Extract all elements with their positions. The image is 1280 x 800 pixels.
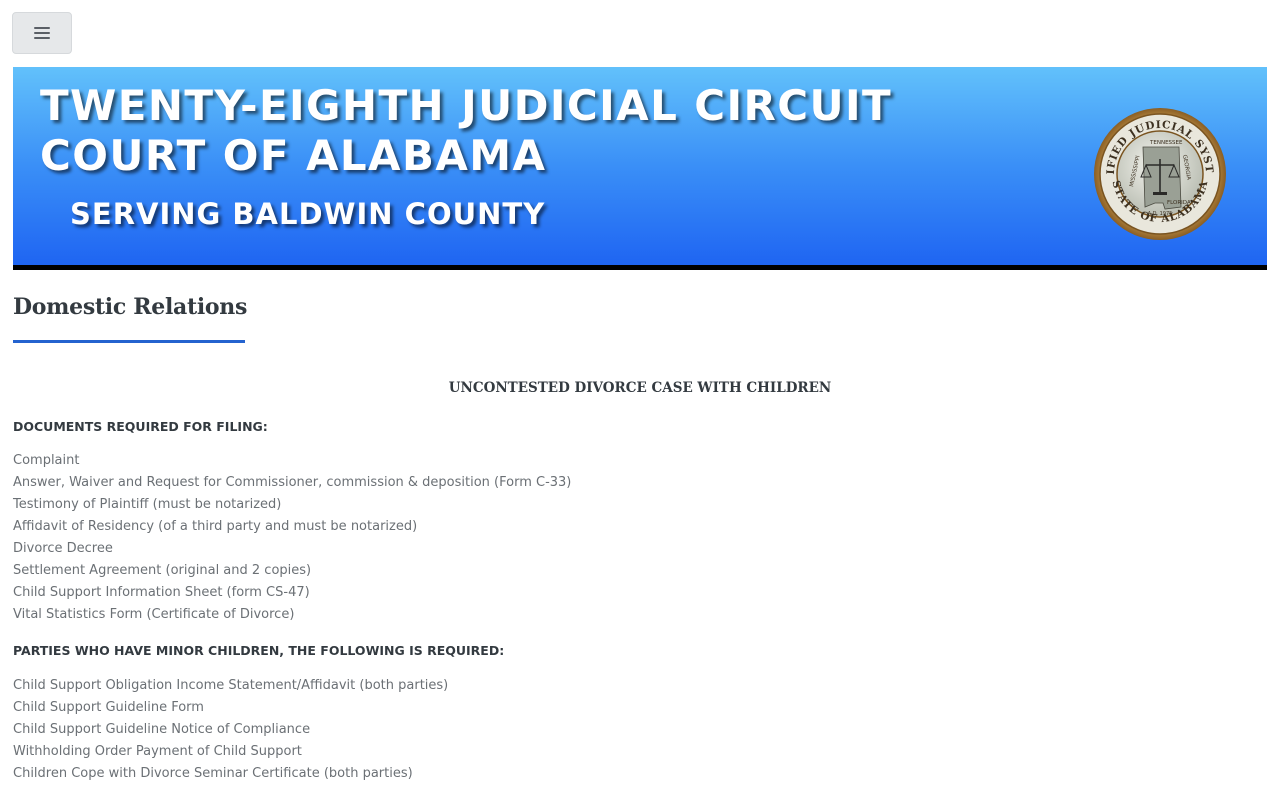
section-heading-documents: DOCUMENTS REQUIRED FOR FILING: — [13, 419, 268, 434]
hamburger-icon — [34, 27, 50, 39]
list-item: Testimony of Plaintiff (must be notarize… — [13, 497, 282, 512]
page-title: Domestic Relations — [13, 294, 248, 320]
list-item: Affidavit of Residency (of a third party… — [13, 519, 418, 534]
menu-toggle-button[interactable] — [12, 12, 72, 54]
svg-text:A.D. 1975: A.D. 1975 — [1148, 211, 1173, 217]
list-item: Settlement Agreement (original and 2 cop… — [13, 563, 312, 578]
title-underline — [13, 340, 245, 343]
minor-children-list: Child Support Obligation Income Statemen… — [13, 675, 448, 785]
section-heading-minor-children: PARTIES WHO HAVE MINOR CHILDREN, THE FOL… — [13, 643, 505, 658]
list-item: Answer, Waiver and Request for Commissio… — [13, 475, 572, 490]
judicial-seal-logo: UNIFIED JUDICIAL SYSTEM STATE OF ALABAMA… — [1093, 107, 1226, 240]
list-item: Child Support Guideline Form — [13, 700, 204, 715]
site-banner: TWENTY-EIGHTH JUDICIAL CIRCUIT COURT OF … — [13, 67, 1267, 270]
site-subtitle: SERVING BALDWIN COUNTY — [70, 197, 546, 231]
list-item: Divorce Decree — [13, 541, 113, 556]
list-item: Child Support Guideline Notice of Compli… — [13, 722, 311, 737]
documents-list: Complaint Answer, Waiver and Request for… — [13, 450, 571, 626]
svg-text:FLORIDA: FLORIDA — [1167, 200, 1191, 206]
list-item: Child Support Information Sheet (form CS… — [13, 585, 310, 600]
list-item: Vital Statistics Form (Certificate of Di… — [13, 607, 295, 622]
list-item: Complaint — [13, 453, 80, 468]
list-item: Child Support Obligation Income Statemen… — [13, 678, 449, 693]
list-item: Withholding Order Payment of Child Suppo… — [13, 744, 302, 759]
list-item: Children Cope with Divorce Seminar Certi… — [13, 766, 413, 781]
svg-text:TENNESSEE: TENNESSEE — [1149, 140, 1183, 146]
case-heading: UNCONTESTED DIVORCE CASE WITH CHILDREN — [448, 380, 832, 396]
site-title: TWENTY-EIGHTH JUDICIAL CIRCUIT COURT OF … — [40, 81, 893, 180]
